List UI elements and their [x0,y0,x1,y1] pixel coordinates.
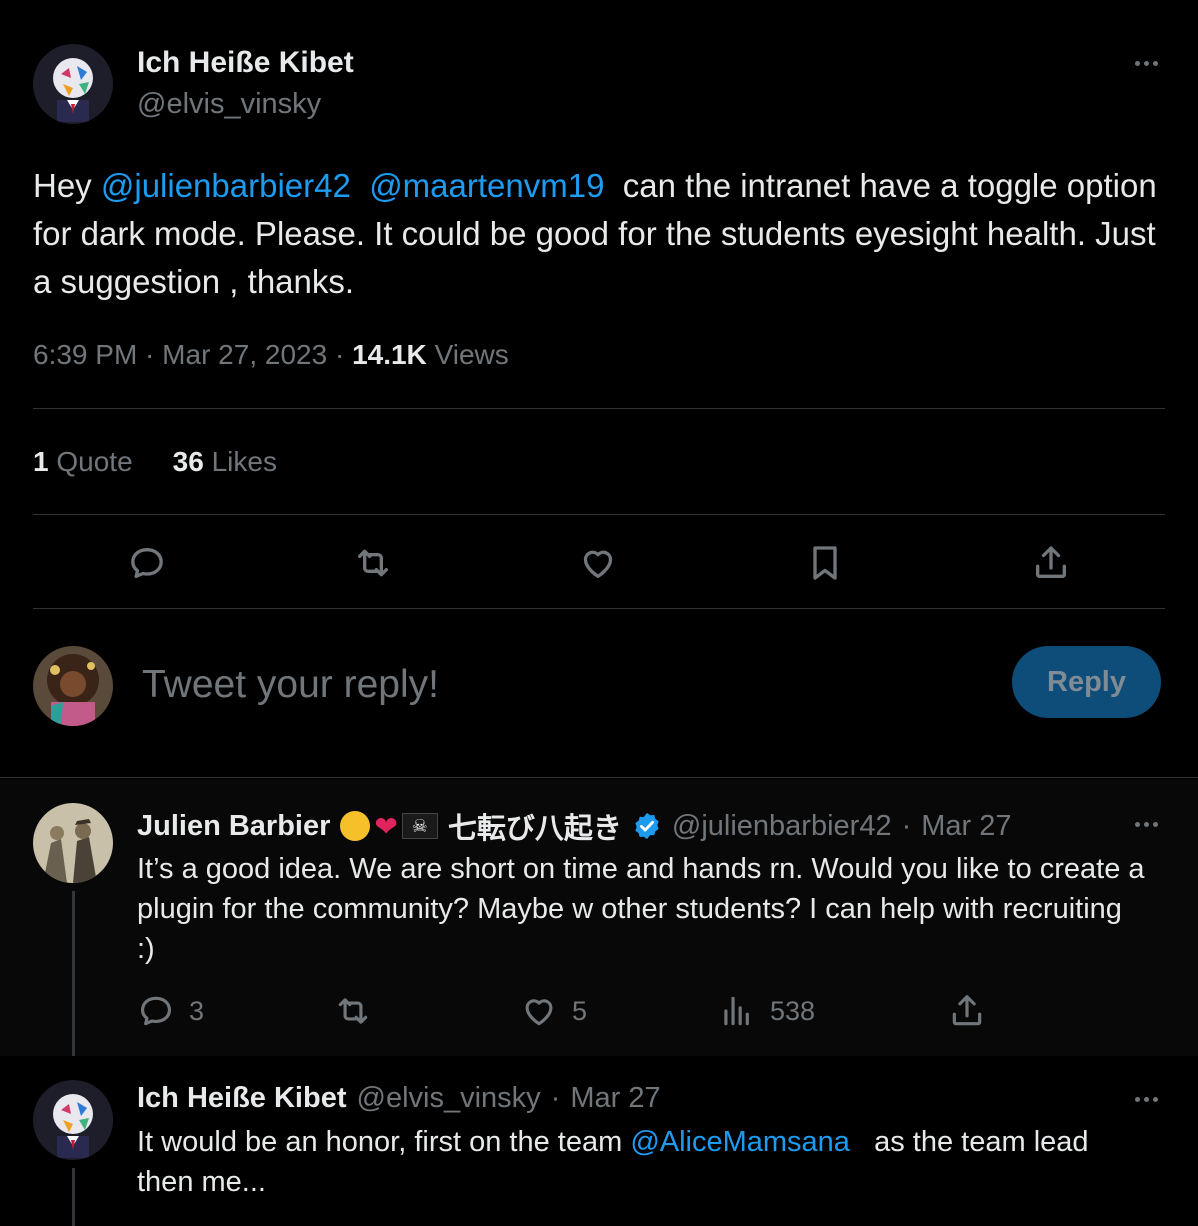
share-icon [1036,546,1066,578]
verified-badge-icon[interactable] [632,811,662,841]
divider [33,408,1165,409]
dot-icon [1134,60,1140,66]
reply-author-name[interactable]: Julien Barbier [137,810,330,843]
divider [33,608,1165,609]
dot-icon [1143,1096,1149,1102]
upside-down-face-icon [340,811,371,841]
quotes-stat[interactable]: 1 Quote [33,446,133,478]
mention-link[interactable]: @maartenvm19 [369,167,604,204]
reply-like-action[interactable]: 5 [520,992,587,1030]
tweet-meta: 6:39 PM · Mar 27, 2023 · 14.1K Views [33,339,509,370]
reply-header: Ich Heiße Kibet @elvis_vinsky · Mar 27 [137,1082,661,1115]
red-heart-icon: ❤ [374,810,398,842]
mention-link[interactable]: @julienbarbier42 [101,167,351,204]
reply-views-action[interactable]: 538 [718,992,815,1030]
retweet-action[interactable] [348,538,398,588]
name-emojis: ❤ ☠ [340,810,438,843]
reply-date[interactable]: Mar 27 [921,810,1011,843]
tweet-time[interactable]: 6:39 PM [33,339,137,370]
view-count: 538 [770,995,816,1026]
author-avatar[interactable] [33,44,113,124]
separator-dot: · [901,809,912,842]
author-name[interactable]: Ich Heiße Kibet [137,46,354,80]
like-count: 5 [572,995,588,1026]
reply-input[interactable] [142,655,992,715]
reply-action[interactable] [122,538,172,588]
reply-count: 3 [189,995,205,1026]
divider [33,514,1165,515]
reply-comment-action[interactable]: 3 [137,992,204,1030]
share-icon [952,995,982,1026]
retweet-icon [358,549,388,577]
views-label: Views [434,339,509,370]
reply-text-prefix: It would be an honor, first on the team [137,1126,631,1158]
retweet-icon [338,998,368,1024]
share-action[interactable] [1026,538,1076,588]
more-options-button[interactable] [1126,48,1166,78]
reply-tweet[interactable]: Ich Heiße Kibet @elvis_vinsky · Mar 27 I… [0,1056,1198,1226]
reply-author-avatar[interactable] [33,803,113,883]
reply-text: It would be an honor, first on the team … [137,1122,1147,1202]
tweet-date[interactable]: Mar 27, 2023 [162,339,327,370]
views-chart-icon [724,996,749,1026]
reply-author-handle[interactable]: @julienbarbier42 [672,810,892,843]
pirate-flag-icon: ☠ [401,813,438,839]
dot-icon [1152,1096,1158,1102]
reply-text: It’s a good idea. We are short on time a… [137,853,1145,965]
bookmark-icon [813,546,837,580]
reply-actions: 3 5 538 [0,992,1198,1042]
likes-label: Likes [211,446,277,477]
dot-icon [1152,821,1158,827]
reply-header: Julien Barbier ❤ ☠ 七転び八起き @julienbarbier… [137,805,1012,847]
reply-author-name[interactable]: Ich Heiße Kibet [137,1082,347,1115]
current-user-avatar[interactable] [33,646,113,726]
like-action[interactable] [573,538,623,588]
dot-icon [1143,60,1149,66]
dot-icon [1152,60,1158,66]
likes-count: 36 [172,446,204,477]
reply-button[interactable]: Reply [1012,646,1161,718]
reply-date[interactable]: Mar 27 [570,1082,660,1115]
quote-label: Quote [56,446,133,477]
dot-icon [1134,821,1140,827]
heart-icon [525,999,553,1026]
more-options-button[interactable] [1126,1084,1166,1114]
dot-icon [1134,1096,1140,1102]
bookmark-action[interactable] [800,538,850,588]
reply-author-handle[interactable]: @elvis_vinsky [357,1082,541,1115]
reply-author-name-suffix[interactable]: 七転び八起き [448,805,622,847]
mention-link[interactable]: @AliceMamsana [630,1126,850,1158]
author-handle[interactable]: @elvis_vinsky [137,88,321,121]
tweet-text-prefix: Hey [33,167,101,204]
separator-dot: · [550,1082,561,1114]
thread-line [72,1168,75,1226]
main-tweet: Ich Heiße Kibet @elvis_vinsky Hey @julie… [0,0,1198,778]
reply-retweet-action[interactable] [334,992,372,1030]
views-count: 14.1K [352,339,427,370]
dot-icon [1143,821,1149,827]
tweet-stats: 1 Quote 36 Likes [33,446,277,478]
quote-count: 1 [33,446,49,477]
comment-icon [140,996,172,1026]
reply-author-avatar[interactable] [33,1080,113,1160]
likes-stat[interactable]: 36 Likes [173,446,277,478]
heart-icon [583,550,613,578]
tweet-text: Hey @julienbarbier42 @maartenvm19 can th… [33,162,1163,306]
reply-share-action[interactable] [948,992,986,1030]
more-options-button[interactable] [1126,809,1166,839]
comment-icon [131,548,163,578]
